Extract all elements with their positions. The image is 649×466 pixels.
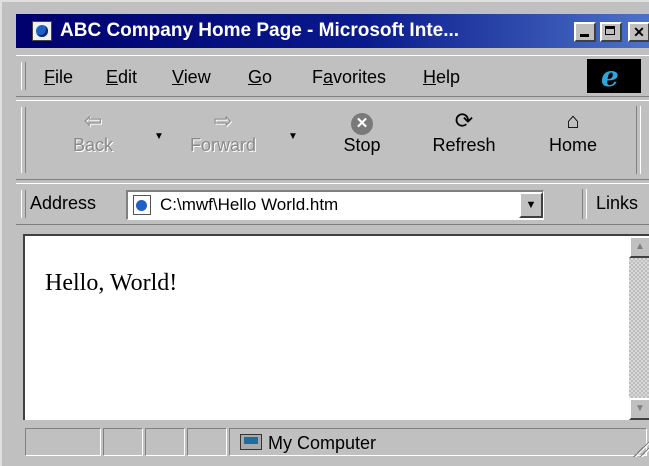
status-panel xyxy=(103,428,143,456)
forward-history-dropdown[interactable]: ▼ xyxy=(288,131,298,142)
menu-grip[interactable] xyxy=(21,62,26,90)
back-label: Back xyxy=(72,135,114,155)
address-dropdown-button[interactable]: ▼ xyxy=(519,192,543,218)
status-bar: My Computer xyxy=(23,426,649,460)
title-bar[interactable]: ABC Company Home Page - Microsoft Inte..… xyxy=(16,14,649,48)
window-title: ABC Company Home Page - Microsoft Inte..… xyxy=(60,20,460,41)
menu-edit[interactable]: Edit xyxy=(106,67,137,88)
ie-page-icon[interactable] xyxy=(32,21,52,41)
menu-bar: File Edit View Go Favorites Help e xyxy=(16,55,649,97)
vertical-scrollbar[interactable]: ▲ ▼ xyxy=(629,236,649,420)
address-value[interactable]: C:\mwf\Hello World.htm xyxy=(160,195,338,215)
maximize-button[interactable] xyxy=(600,22,622,42)
address-input[interactable]: C:\mwf\Hello World.htm ▼ xyxy=(126,190,544,220)
home-button[interactable]: ⌂ Home xyxy=(542,107,604,156)
address-bar: Address C:\mwf\Hello World.htm ▼ Links xyxy=(16,183,649,225)
status-panel xyxy=(187,428,227,456)
forward-label: Forward xyxy=(189,135,256,155)
menu-go[interactable]: Go xyxy=(248,67,272,88)
home-label: Home xyxy=(548,135,597,155)
page-icon xyxy=(133,195,151,215)
close-button[interactable]: ✕ xyxy=(628,22,649,42)
scroll-down-button[interactable]: ▼ xyxy=(629,398,649,420)
right-arrow-icon: ⇨ xyxy=(213,108,233,133)
forward-button[interactable]: ⇨ Forward xyxy=(182,107,264,156)
scroll-up-button[interactable]: ▲ xyxy=(629,236,649,258)
menu-help[interactable]: Help xyxy=(423,67,460,88)
home-icon: ⌂ xyxy=(566,108,580,133)
stop-icon: ✕ xyxy=(351,113,373,135)
status-zone-panel: My Computer xyxy=(229,428,647,456)
refresh-label: Refresh xyxy=(432,135,496,155)
left-arrow-icon: ⇦ xyxy=(83,108,103,133)
browser-window: ABC Company Home Page - Microsoft Inte..… xyxy=(0,0,649,466)
page-text: Hello, World! xyxy=(45,270,178,296)
refresh-button[interactable]: ⟳ Refresh xyxy=(424,107,504,156)
address-grip[interactable] xyxy=(21,190,26,218)
stop-button[interactable]: ✕ Stop xyxy=(334,107,390,156)
standard-toolbar: ⇦ Back ▼ ⇨ Forward ▼ ✕ Stop ⟳ Refresh ⌂ … xyxy=(16,100,649,180)
zone-label: My Computer xyxy=(268,433,377,453)
page-content[interactable]: Hello, World! ▲ ▼ xyxy=(23,234,649,420)
ie-logo-icon: e xyxy=(587,59,641,93)
minimize-button[interactable] xyxy=(574,22,596,42)
toolbar-grip[interactable] xyxy=(21,107,26,173)
resize-grip[interactable] xyxy=(633,441,649,457)
back-history-dropdown[interactable]: ▼ xyxy=(154,131,164,142)
status-panel-main xyxy=(25,428,101,456)
refresh-icon: ⟳ xyxy=(454,108,474,133)
menu-file[interactable]: File xyxy=(44,67,73,88)
back-button[interactable]: ⇦ Back xyxy=(62,107,124,156)
links-button[interactable]: Links xyxy=(596,193,638,214)
computer-icon xyxy=(240,434,262,450)
stop-label: Stop xyxy=(343,135,381,155)
address-label: Address xyxy=(30,193,97,213)
status-panel xyxy=(145,428,185,456)
links-separator xyxy=(582,189,587,219)
toolbar-separator xyxy=(636,106,641,174)
menu-view[interactable]: View xyxy=(172,67,211,88)
menu-favorites[interactable]: Favorites xyxy=(312,67,386,88)
